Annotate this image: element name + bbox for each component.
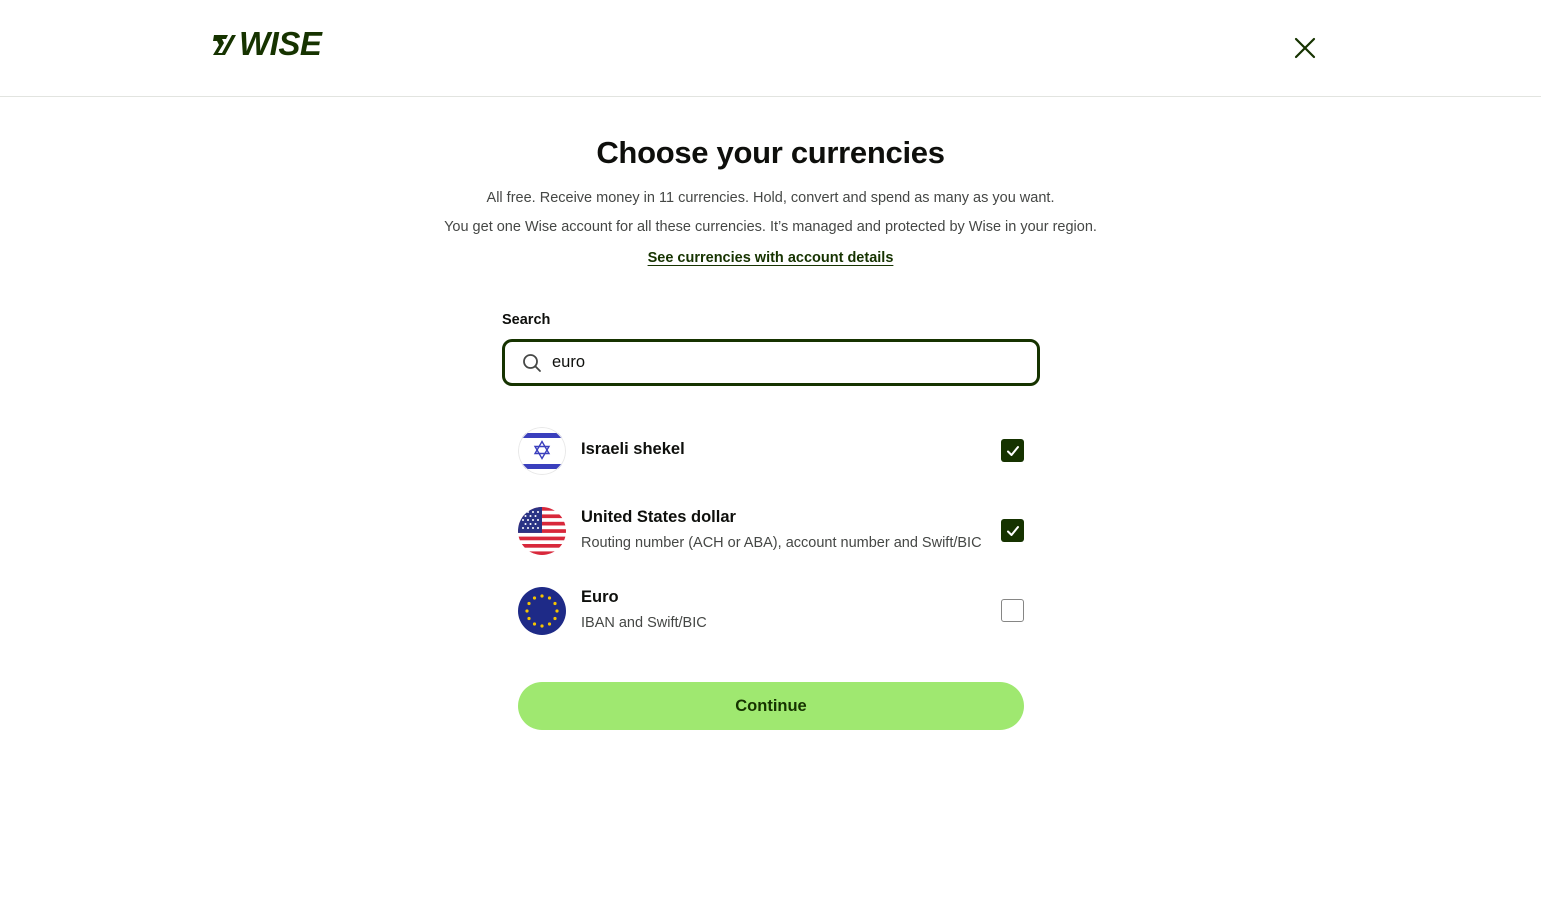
currency-details-eur: IBAN and Swift/BIC: [581, 615, 707, 631]
page-subtitle-free: All free. Receive money in 11 currencies…: [486, 190, 1055, 206]
currency-checkbox-ils[interactable]: [1001, 439, 1024, 462]
search-icon: [521, 352, 543, 374]
currency-name-usd: United States dollar: [581, 508, 736, 526]
see-currencies-details-link[interactable]: See currencies with account details: [648, 250, 894, 266]
checkmark-icon: [1006, 525, 1019, 536]
continue-button[interactable]: Continue: [518, 682, 1024, 730]
currency-checkbox-eur[interactable]: [1001, 599, 1024, 622]
search-label: Search: [502, 312, 551, 328]
wise-logo-text: WISE: [239, 25, 322, 62]
close-icon: [1294, 37, 1316, 59]
currency-row-eur[interactable]: Euro IBAN and Swift/BIC: [518, 585, 1024, 665]
close-button[interactable]: [1291, 34, 1319, 62]
currency-name-ils: Israeli shekel: [581, 440, 685, 458]
israel-flag-icon: [518, 427, 566, 475]
currency-checkbox-usd[interactable]: [1001, 519, 1024, 542]
usa-flag-icon: [518, 507, 566, 555]
currency-details-usd: Routing number (ACH or ABA), account num…: [581, 535, 982, 551]
currency-row-ils[interactable]: Israeli shekel: [518, 425, 1024, 505]
page-subtitle-account: You get one Wise account for all these c…: [444, 219, 1097, 235]
checkmark-icon: [1006, 445, 1019, 456]
currency-row-usd[interactable]: United States dollar Routing number (ACH…: [518, 505, 1024, 585]
details-link-container: See currencies with account details: [0, 249, 1541, 267]
search-input[interactable]: [552, 353, 1002, 372]
wise-flag-icon: [213, 35, 236, 55]
search-field[interactable]: [502, 339, 1040, 386]
page-title: Choose your currencies: [596, 135, 945, 170]
wise-logo[interactable]: WISE: [213, 25, 322, 62]
top-navigation-bar: WISE: [0, 0, 1541, 97]
currency-name-eur: Euro: [581, 588, 619, 606]
currency-list: Israeli shekel United States dollar Rout…: [518, 425, 1024, 665]
eu-flag-icon: [518, 587, 566, 635]
